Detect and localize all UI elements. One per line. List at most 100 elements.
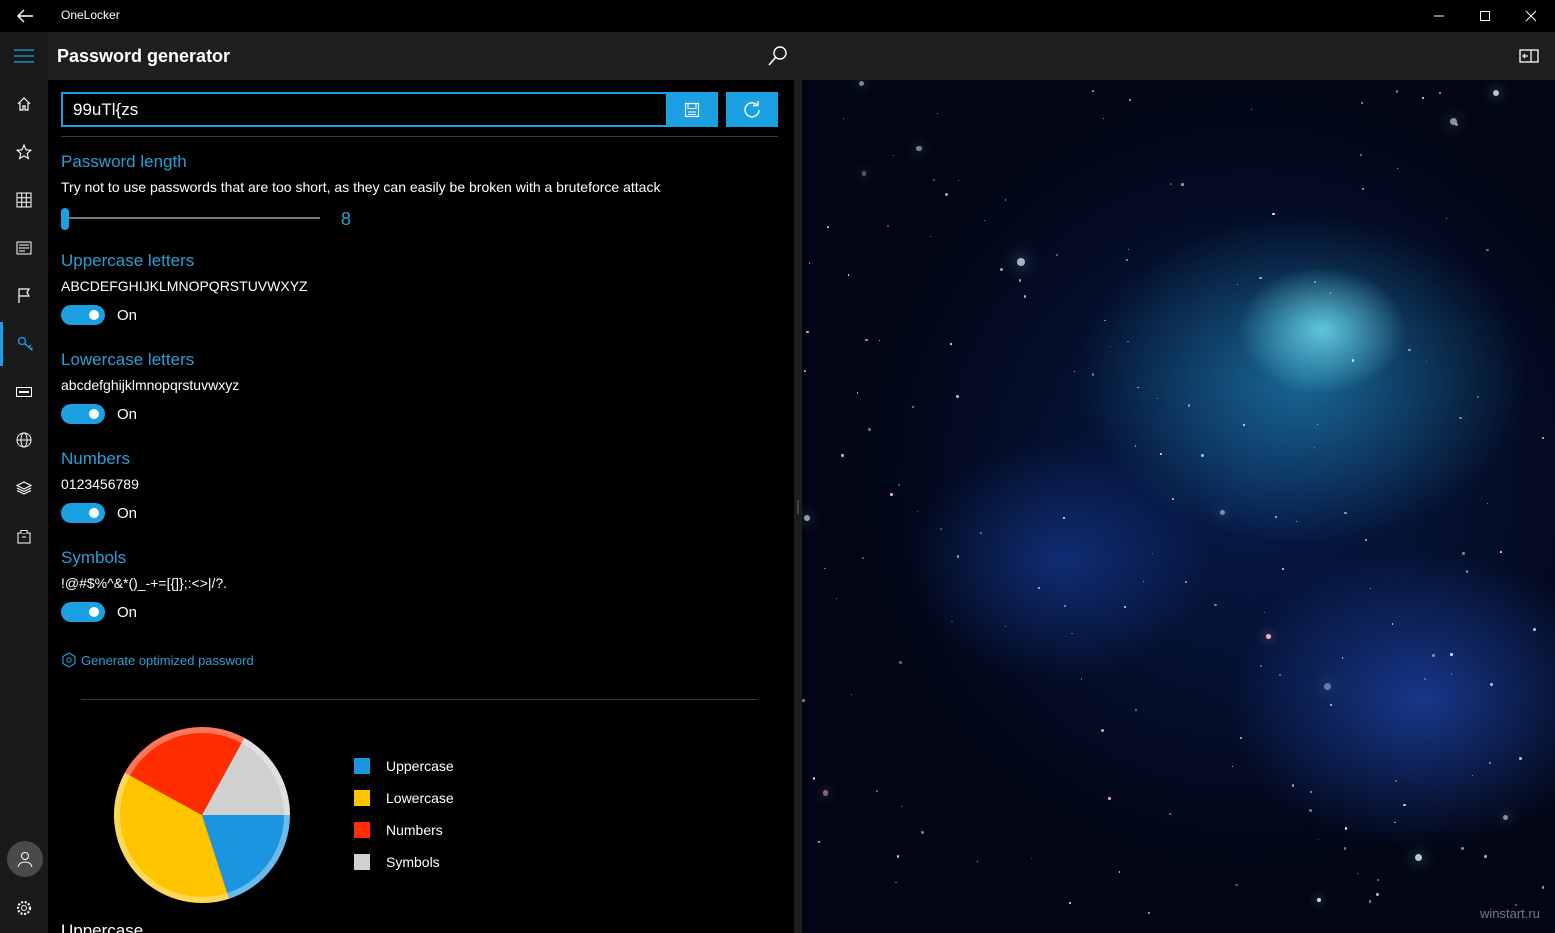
- star-dot: [1069, 902, 1071, 905]
- star-icon[interactable]: [0, 130, 48, 174]
- legend-label: Uppercase: [386, 758, 454, 774]
- star-dot: [1243, 423, 1245, 426]
- avatar[interactable]: [7, 841, 43, 877]
- legend-item-numbers: Numbers: [354, 822, 443, 838]
- pane-splitter[interactable]: [794, 80, 802, 933]
- save-icon: [684, 102, 700, 117]
- star-dot: [878, 340, 880, 342]
- star-dot: [1316, 423, 1318, 425]
- symbols-toggle[interactable]: [61, 602, 105, 622]
- watermark-text: winstart.ru: [1480, 906, 1540, 921]
- star-dot: [806, 330, 809, 333]
- symbols-toggle-state: On: [117, 604, 138, 621]
- settings-gear-icon[interactable]: [0, 886, 48, 930]
- star-dot: [1309, 809, 1312, 812]
- back-arrow-icon[interactable]: [14, 5, 36, 27]
- star-dot: [1129, 99, 1132, 102]
- star-dot: [1031, 858, 1033, 860]
- star-dot: [916, 511, 918, 513]
- star-dot: [1259, 277, 1262, 280]
- star-dot: [1127, 340, 1129, 343]
- star-dot: [1152, 552, 1154, 554]
- layers-icon[interactable]: [0, 466, 48, 510]
- uppercase-title: Uppercase letters: [61, 251, 195, 270]
- star-dot: [1232, 766, 1234, 768]
- star-dot: [932, 178, 935, 182]
- star-dot: [1395, 89, 1399, 93]
- star-dot: [1063, 605, 1066, 608]
- star-dot: [812, 777, 816, 780]
- star-dot: [1369, 587, 1371, 589]
- star-dot: [1450, 653, 1453, 656]
- chart-divider: [81, 699, 758, 700]
- lowercase-title: Lowercase letters: [61, 350, 195, 369]
- star-dot: [840, 454, 844, 457]
- star-dot: [1368, 899, 1372, 903]
- grid-icon[interactable]: [0, 178, 48, 222]
- star-dot: [1278, 673, 1281, 676]
- star-dot: [1104, 319, 1106, 321]
- legend-swatch: [354, 854, 370, 870]
- title-bar: OneLocker: [0, 0, 1555, 32]
- star-dot: [1361, 188, 1364, 191]
- flag-icon[interactable]: [0, 274, 48, 318]
- star-dot: [916, 145, 923, 152]
- star-dot: [1108, 797, 1111, 800]
- star-dot: [1134, 708, 1137, 711]
- keyboard-icon[interactable]: [0, 370, 48, 414]
- star-dot: [957, 179, 959, 182]
- star-dot: [856, 392, 859, 394]
- key-icon[interactable]: [0, 322, 48, 366]
- star-dot: [1461, 552, 1465, 556]
- maximize-icon[interactable]: [1462, 0, 1508, 32]
- star-dot: [1147, 912, 1150, 915]
- star-dot: [1004, 199, 1007, 201]
- star-dot: [802, 698, 805, 702]
- pane-toggle-icon[interactable]: [1518, 45, 1540, 67]
- star-dot: [1017, 257, 1026, 266]
- home-icon[interactable]: [0, 82, 48, 126]
- lowercase-toggle[interactable]: [61, 404, 105, 424]
- star-dot: [895, 881, 897, 883]
- star-dot: [1486, 248, 1489, 252]
- globe-icon[interactable]: [0, 418, 48, 462]
- star-dot: [1023, 295, 1027, 298]
- legend-item-uppercase: Uppercase: [354, 758, 454, 774]
- numbers-title: Numbers: [61, 449, 130, 468]
- star-dot: [1343, 847, 1347, 850]
- symbols-title: Symbols: [61, 548, 127, 567]
- star-dot: [847, 274, 850, 277]
- legend-swatch: [354, 758, 370, 774]
- star-dot: [1170, 183, 1173, 185]
- star-dot: [1156, 397, 1158, 399]
- length-slider-thumb[interactable]: [61, 208, 69, 230]
- numbers-toggle[interactable]: [61, 503, 105, 523]
- star-dot: [1432, 654, 1435, 658]
- star-dot: [1281, 567, 1284, 571]
- star-dot: [808, 262, 811, 264]
- save-button[interactable]: [666, 92, 718, 127]
- search-icon[interactable]: [766, 44, 790, 68]
- uppercase-toggle[interactable]: [61, 305, 105, 325]
- close-icon[interactable]: [1508, 0, 1554, 32]
- star-dot: [1310, 790, 1313, 794]
- star-dot: [1240, 736, 1243, 740]
- star-dot: [899, 661, 903, 665]
- star-dot: [983, 219, 985, 221]
- star-dot: [876, 790, 879, 792]
- hamburger-menu-icon[interactable]: [0, 34, 48, 78]
- password-field[interactable]: [61, 92, 675, 127]
- app-title: OneLocker: [61, 8, 120, 22]
- star-dot: [1345, 827, 1348, 830]
- star-dot: [1263, 611, 1266, 614]
- minimize-icon[interactable]: [1416, 0, 1462, 32]
- regenerate-button[interactable]: [726, 92, 778, 127]
- star-dot: [1532, 628, 1536, 631]
- star-dot: [1360, 154, 1363, 157]
- generate-optimized-link[interactable]: Generate optimized password: [61, 652, 254, 668]
- bag-icon[interactable]: [0, 514, 48, 558]
- star-dot: [1127, 248, 1130, 251]
- star-dot: [817, 840, 821, 844]
- card-icon[interactable]: [0, 226, 48, 270]
- length-slider-track[interactable]: [65, 217, 320, 219]
